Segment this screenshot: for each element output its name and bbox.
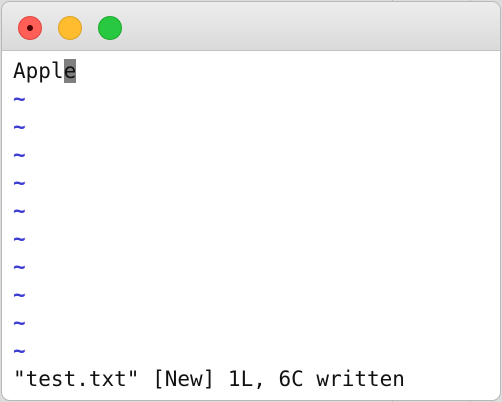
buffer-text: Appl [13,59,64,83]
title-bar[interactable] [2,2,500,51]
empty-line-marker: ~ [13,171,26,195]
close-button[interactable] [18,16,42,40]
empty-line-marker: ~ [13,339,26,363]
vim-buffer[interactable]: Apple ~ ~ ~ ~ ~ ~ ~ ~ ~ ~ "test.txt" [New] 1L, 6C… [13,57,494,392]
empty-line-marker: ~ [13,115,26,139]
empty-line-marker: ~ [13,87,26,111]
block-cursor: e [63,59,77,83]
empty-line-marker: ~ [13,311,26,335]
maximize-button[interactable] [98,16,122,40]
empty-lines: ~ ~ ~ ~ ~ ~ ~ ~ ~ ~ [13,85,494,365]
buffer-line: Apple [13,57,494,85]
status-message: "test.txt" [New] 1L, 6C written [13,367,405,391]
close-icon [27,25,33,31]
empty-line-marker: ~ [13,199,26,223]
empty-line-marker: ~ [13,227,26,251]
empty-line-marker: ~ [13,143,26,167]
empty-line-marker: ~ [13,283,26,307]
minimize-button[interactable] [58,16,82,40]
empty-line-marker: ~ [13,255,26,279]
terminal-window: Apple ~ ~ ~ ~ ~ ~ ~ ~ ~ ~ "test.txt" [New] 1L, 6C… [2,2,500,400]
